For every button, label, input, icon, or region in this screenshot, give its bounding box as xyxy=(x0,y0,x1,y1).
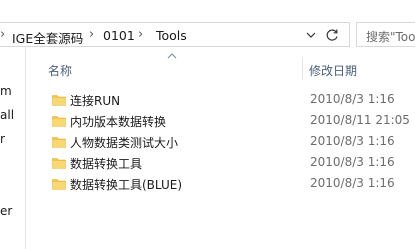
file-modified: 2010/8/3 1:16 xyxy=(310,155,395,169)
folder-icon xyxy=(52,116,66,127)
folder-icon xyxy=(52,137,66,148)
breadcrumb-separator[interactable]: › xyxy=(89,27,94,42)
search-input[interactable]: 搜索"Too xyxy=(356,22,415,47)
column-divider[interactable] xyxy=(302,58,303,80)
file-modified: 2010/8/3 1:16 xyxy=(310,176,395,190)
address-bar[interactable]: › IGE全套源码 › 0101 › Tools xyxy=(0,22,350,47)
breadcrumb-item-tools[interactable]: Tools xyxy=(156,28,187,43)
file-modified: 2010/8/3 1:16 xyxy=(310,134,395,148)
file-modified: 2010/8/11 21:05 xyxy=(310,113,410,127)
file-name: 数据转换工具 xyxy=(70,157,143,171)
file-row[interactable]: 人物数据类测试大小 2010/8/3 1:16 xyxy=(44,132,415,153)
nav-item-fragment[interactable]: m xyxy=(0,84,12,98)
column-header-name[interactable]: 名称 xyxy=(48,62,72,79)
column-header-modified[interactable]: 修改日期 xyxy=(309,62,357,79)
file-row[interactable]: 内功版本数据转换 2010/8/11 21:05 xyxy=(44,111,415,132)
file-row[interactable]: 数据转换工具(BLUE) 2010/8/3 1:16 xyxy=(44,174,415,195)
breadcrumb-separator[interactable]: › xyxy=(138,27,143,42)
folder-icon xyxy=(52,95,66,106)
search-placeholder: 搜索"Too xyxy=(366,30,415,44)
file-explorer-window: › IGE全套源码 › 0101 › Tools 搜索"Too m all r … xyxy=(0,0,415,249)
nav-item-fragment[interactable]: all xyxy=(0,108,14,122)
folder-icon xyxy=(52,179,66,190)
folder-icon xyxy=(52,158,66,169)
refresh-button[interactable] xyxy=(322,25,342,45)
refresh-icon xyxy=(326,29,338,41)
breadcrumb-item-ige[interactable]: IGE全套源码 xyxy=(12,28,83,47)
navigation-pane[interactable]: m all r er xyxy=(0,47,26,249)
file-name: 连接RUN xyxy=(70,94,121,108)
file-name: 数据转换工具(BLUE) xyxy=(70,178,183,192)
file-name: 人物数据类测试大小 xyxy=(70,136,179,150)
file-modified: 2010/8/3 1:16 xyxy=(310,92,395,106)
nav-item-fragment[interactable]: er xyxy=(0,204,12,218)
chevron-down-icon xyxy=(306,32,316,38)
file-name: 内功版本数据转换 xyxy=(70,115,167,129)
breadcrumb-item-0101[interactable]: 0101 xyxy=(103,28,135,43)
breadcrumb-separator[interactable]: › xyxy=(0,27,5,42)
address-dropdown-button[interactable] xyxy=(304,25,318,45)
sort-ascending-icon xyxy=(167,53,177,59)
file-row[interactable]: 数据转换工具 2010/8/3 1:16 xyxy=(44,153,415,174)
nav-item-fragment[interactable]: r xyxy=(0,132,5,146)
file-row[interactable]: 连接RUN 2010/8/3 1:16 xyxy=(44,90,415,111)
